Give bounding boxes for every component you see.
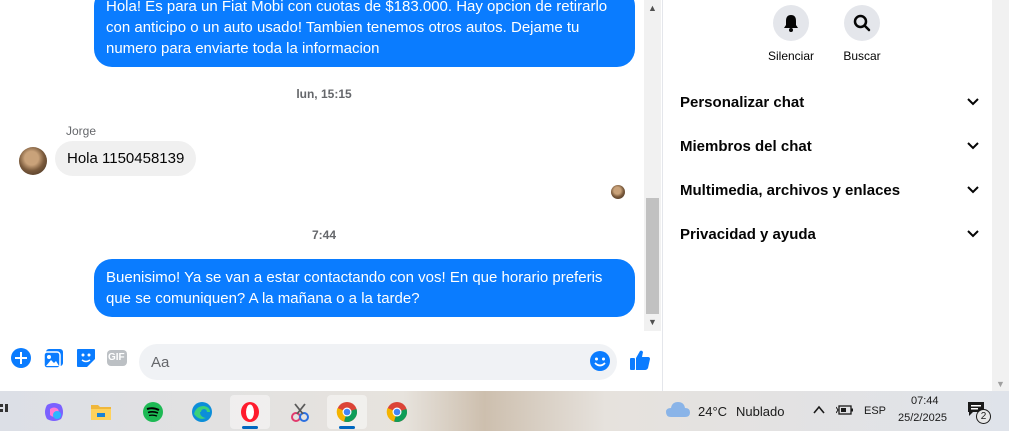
composer: GIF bbox=[0, 335, 662, 391]
clock-time[interactable]: 07:44 bbox=[911, 395, 939, 407]
section-media-files-links[interactable]: Multimedia, archivos y enlaces bbox=[680, 175, 980, 205]
clock-date[interactable]: 25/2/2025 bbox=[898, 412, 947, 424]
section-label: Multimedia, archivos y enlaces bbox=[680, 181, 901, 199]
edge-browser-icon[interactable] bbox=[182, 395, 222, 429]
section-personalize-chat[interactable]: Personalizar chat bbox=[680, 87, 980, 117]
plus-circle-icon[interactable] bbox=[10, 347, 34, 371]
timestamp: lun, 15:15 bbox=[296, 87, 352, 101]
file-explorer-icon[interactable] bbox=[81, 395, 121, 429]
search-label: Buscar bbox=[843, 49, 881, 63]
taskbar: 24°C Nublado ESP 07:44 25/2/2025 2 bbox=[0, 391, 1009, 431]
spotify-icon[interactable] bbox=[133, 395, 173, 429]
gif-icon[interactable]: GIF bbox=[106, 347, 130, 371]
message-incoming[interactable]: Hola 1150458139 bbox=[55, 141, 197, 176]
avatar[interactable] bbox=[19, 147, 47, 175]
chrome-browser-icon[interactable] bbox=[377, 395, 417, 429]
message-outgoing[interactable]: Hola! Es para un Fiat Mobi con cuotas de… bbox=[94, 0, 635, 67]
cloud-weather-icon[interactable] bbox=[665, 400, 691, 420]
message-list[interactable]: Hola! Es para un Fiat Mobi con cuotas de… bbox=[4, 0, 644, 335]
scrollbar-thumb[interactable] bbox=[646, 198, 659, 314]
scroll-up-arrow-icon[interactable]: ▲ bbox=[644, 0, 661, 17]
search-button[interactable]: Buscar bbox=[827, 5, 897, 63]
copilot-icon[interactable] bbox=[34, 395, 74, 429]
scroll-down-arrow-icon[interactable]: ▼ bbox=[644, 314, 661, 331]
bell-icon bbox=[773, 5, 809, 41]
chrome-browser-icon[interactable] bbox=[327, 395, 367, 429]
section-label: Privacidad y ayuda bbox=[680, 225, 816, 243]
weather-temperature[interactable]: 24°C bbox=[698, 404, 727, 419]
section-label: Personalizar chat bbox=[680, 93, 805, 111]
emoji-icon[interactable] bbox=[589, 350, 613, 374]
sticker-icon[interactable] bbox=[75, 347, 99, 371]
chat-pane: Hola! Es para un Fiat Mobi con cuotas de… bbox=[0, 0, 662, 391]
battery-icon[interactable] bbox=[835, 403, 854, 417]
weather-condition[interactable]: Nublado bbox=[736, 404, 784, 419]
section-chat-members[interactable]: Miembros del chat bbox=[680, 131, 980, 161]
mute-label: Silenciar bbox=[767, 49, 815, 63]
section-label: Miembros del chat bbox=[680, 137, 812, 155]
chevron-down-icon bbox=[967, 98, 979, 106]
chat-scrollbar[interactable]: ▲ ▼ bbox=[644, 0, 661, 331]
notifications-button[interactable]: 2 bbox=[967, 401, 993, 425]
like-thumb-icon[interactable] bbox=[628, 348, 652, 372]
gif-label: GIF bbox=[108, 352, 125, 363]
chevron-up-icon[interactable] bbox=[812, 403, 826, 417]
chevron-down-icon bbox=[967, 142, 979, 150]
message-input[interactable] bbox=[139, 344, 617, 380]
message-outgoing[interactable]: Buenisimo! Ya se van a estar contactando… bbox=[94, 259, 635, 317]
sender-name: Jorge bbox=[66, 124, 97, 138]
timestamp: 7:44 bbox=[311, 228, 337, 242]
app-window: Hola! Es para un Fiat Mobi con cuotas de… bbox=[0, 0, 1009, 431]
scroll-down-arrow-icon[interactable]: ▼ bbox=[992, 379, 1009, 389]
chevron-down-icon bbox=[967, 230, 979, 238]
chat-info-panel: Silenciar Buscar Personalizar chat Miemb… bbox=[662, 0, 992, 391]
section-privacy-help[interactable]: Privacidad y ayuda bbox=[680, 219, 980, 249]
panel-scrollbar[interactable]: ▼ bbox=[992, 0, 1009, 391]
widgets-icon[interactable] bbox=[0, 401, 10, 419]
notification-badge: 2 bbox=[976, 409, 991, 424]
opera-browser-icon[interactable] bbox=[230, 395, 270, 429]
search-icon bbox=[844, 5, 880, 41]
read-receipt-avatar bbox=[611, 185, 625, 199]
snipping-tool-icon[interactable] bbox=[280, 395, 320, 429]
mute-button[interactable]: Silenciar bbox=[756, 5, 826, 63]
input-language[interactable]: ESP bbox=[864, 405, 886, 417]
chevron-down-icon bbox=[967, 186, 979, 194]
image-gallery-icon[interactable] bbox=[43, 347, 67, 371]
